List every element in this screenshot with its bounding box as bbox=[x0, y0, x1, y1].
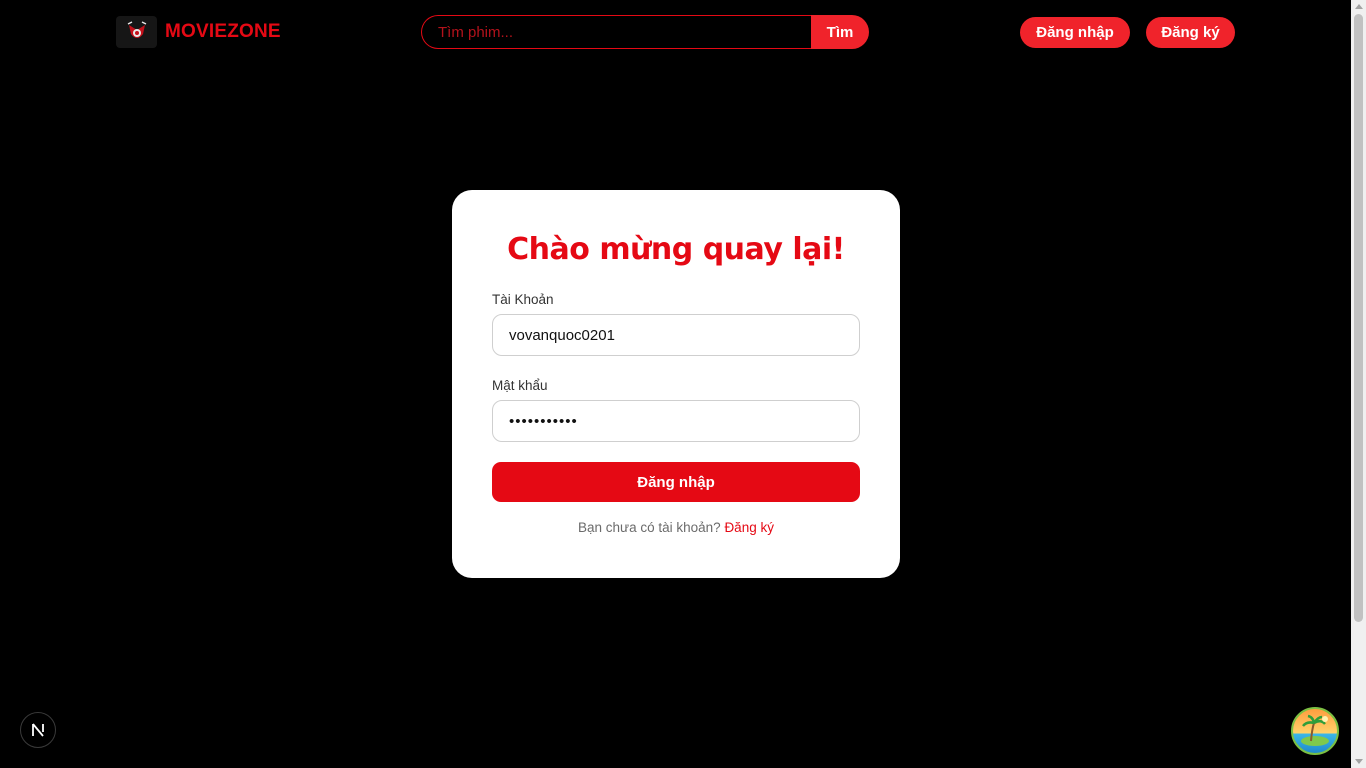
username-field[interactable] bbox=[492, 314, 860, 356]
site-header: MOVIEZONE Tìm Đăng nhập Đăng ký bbox=[0, 0, 1351, 64]
scroll-thumb[interactable] bbox=[1354, 14, 1363, 622]
page-scrollbar[interactable] bbox=[1351, 0, 1366, 768]
password-label: Mật khẩu bbox=[492, 378, 548, 393]
search-button[interactable]: Tìm bbox=[811, 15, 869, 49]
island-avatar-icon[interactable] bbox=[1291, 707, 1339, 755]
header-login-button[interactable]: Đăng nhập bbox=[1020, 17, 1130, 48]
movie-logo-icon bbox=[116, 16, 157, 48]
brand-name: MOVIEZONE bbox=[165, 21, 281, 42]
page: MOVIEZONE Tìm Đăng nhập Đăng ký Chào mừn… bbox=[0, 0, 1366, 768]
password-field[interactable] bbox=[492, 400, 860, 442]
no-account-text: Bạn chưa có tài khoản? bbox=[578, 520, 721, 535]
login-card: Chào mừng quay lại! Tài Khoản Mật khẩu Đ… bbox=[452, 190, 900, 578]
login-submit-button[interactable]: Đăng nhập bbox=[492, 462, 860, 502]
brand-logo[interactable]: MOVIEZONE bbox=[116, 16, 281, 48]
username-label: Tài Khoản bbox=[492, 292, 554, 307]
scroll-down-arrow-icon[interactable] bbox=[1355, 759, 1363, 764]
scroll-up-arrow-icon[interactable] bbox=[1355, 4, 1363, 9]
search-input[interactable] bbox=[421, 15, 811, 49]
nextjs-icon[interactable] bbox=[20, 712, 56, 748]
login-title: Chào mừng quay lại! bbox=[507, 232, 845, 267]
header-register-button[interactable]: Đăng ký bbox=[1146, 17, 1235, 48]
search-bar: Tìm bbox=[421, 15, 869, 49]
register-link[interactable]: Đăng ký bbox=[724, 520, 774, 535]
register-prompt: Bạn chưa có tài khoản? Đăng ký bbox=[452, 520, 900, 535]
